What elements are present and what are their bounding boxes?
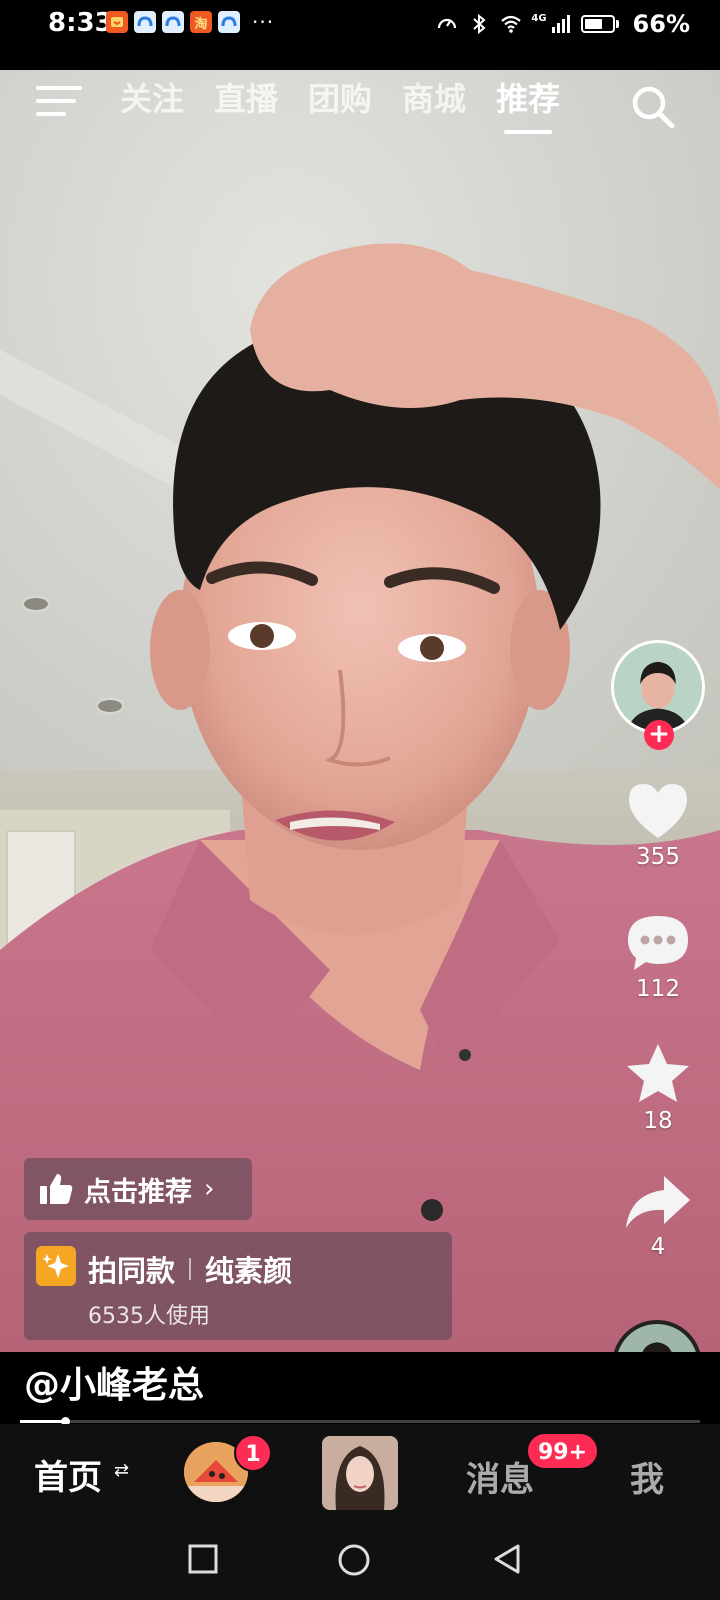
comment-count: 112 (636, 976, 680, 1002)
home-icon[interactable] (336, 1542, 372, 1578)
follow-button[interactable]: + (644, 720, 674, 750)
share-button[interactable]: 4 (608, 1172, 708, 1260)
swap-icon[interactable]: ⇄ (114, 1460, 129, 1481)
share-icon (626, 1176, 690, 1228)
tab-mall[interactable]: 商城 (402, 74, 466, 134)
effect-title: 拍同款 纯素颜 (88, 1248, 292, 1290)
status-right: 4G 66% (435, 10, 690, 38)
cloud-app-icon (218, 11, 240, 33)
system-navigation (0, 1522, 720, 1600)
recents-icon[interactable] (186, 1542, 220, 1576)
nav-messages[interactable]: 消息 (466, 1452, 534, 1501)
like-count: 355 (636, 844, 680, 870)
status-time: 8:33 (48, 8, 113, 38)
battery-icon (580, 15, 619, 33)
effect-users: 6535人使用 (88, 1304, 210, 1329)
taobao-red-icon (106, 11, 128, 33)
heart-icon (629, 784, 687, 838)
like-button[interactable]: 355 (608, 780, 708, 870)
effect-name: 拍同款 (88, 1254, 176, 1288)
sparkle-icon (36, 1246, 76, 1286)
signal-icon (551, 15, 570, 33)
back-icon[interactable] (490, 1542, 524, 1576)
tab-group-buy[interactable]: 团购 (308, 74, 372, 134)
network-type: 4G (531, 12, 547, 24)
chevron-right-icon: › (204, 1174, 215, 1204)
divider (189, 1258, 192, 1280)
speed-icon (438, 18, 457, 29)
favorite-count: 18 (643, 1108, 673, 1134)
tab-recommended[interactable]: 推荐 (496, 74, 560, 134)
author-name[interactable]: @小峰老总 (24, 1356, 204, 1408)
wifi-icon (501, 15, 522, 33)
battery-percent: 66% (632, 10, 690, 38)
nav-me[interactable]: 我 (630, 1452, 664, 1501)
tab-live[interactable]: 直播 (214, 74, 278, 134)
menu-icon[interactable] (36, 86, 82, 122)
comment-button[interactable]: 112 (608, 912, 708, 1002)
favorite-button[interactable]: 18 (608, 1042, 708, 1134)
effect-chip[interactable]: 拍同款 纯素颜 6535人使用 (24, 1232, 452, 1340)
effect-tag: 纯素颜 (205, 1254, 293, 1288)
feed-tabs: 关注 直播 团购 商城 推荐 (120, 74, 560, 134)
video-progress-bar[interactable] (20, 1417, 700, 1426)
star-icon (627, 1044, 689, 1102)
cloud-app-icon (134, 11, 156, 33)
tab-following[interactable]: 关注 (120, 74, 184, 134)
top-navigation: 关注 直播 团购 商城 推荐 (0, 70, 720, 140)
comment-icon (628, 916, 688, 970)
more-notifications: ··· (252, 10, 275, 34)
cloud-app-icon (162, 11, 184, 33)
friends-badge: 1 (234, 1434, 272, 1472)
share-count: 4 (650, 1234, 666, 1260)
nav-home[interactable]: 首页 (34, 1450, 102, 1499)
messages-badge: 99+ (526, 1432, 600, 1470)
search-icon[interactable] (628, 82, 678, 132)
status-bar: 8:33 淘 ··· 4G 66% (0, 0, 720, 70)
author-bar: @小峰老总 (0, 1352, 720, 1422)
bluetooth-icon (473, 13, 486, 35)
nav-create[interactable] (322, 1436, 398, 1510)
bottom-navigation: 首页 ⇄ 1 消息 99+ 我 (0, 1424, 720, 1522)
notification-icons: 淘 ··· (106, 10, 274, 34)
recommend-label: 点击推荐 (84, 1176, 192, 1208)
recommend-chip[interactable]: 点击推荐 › (24, 1158, 252, 1220)
taobao-icon: 淘 (190, 11, 212, 33)
thumbs-up-icon (40, 1174, 73, 1204)
